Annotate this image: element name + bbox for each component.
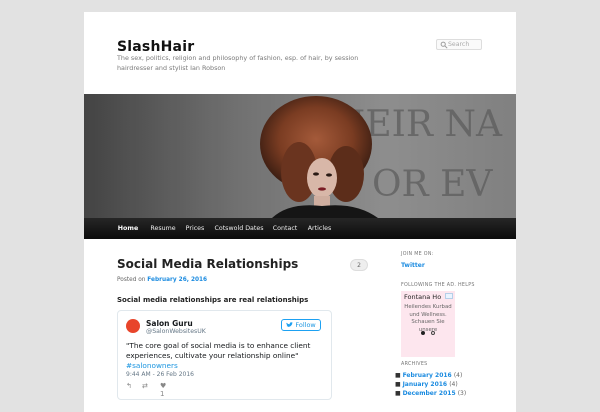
posted-on-label: Posted on bbox=[117, 277, 146, 283]
ad-title[interactable]: Fontana Ho bbox=[404, 293, 441, 301]
tweet-text: "The core goal of social media is to enh… bbox=[126, 341, 326, 371]
twitter-bird-icon bbox=[286, 322, 294, 327]
heart-icon: ♥ bbox=[160, 382, 167, 390]
archive-item[interactable]: ■ December 2015 (3) bbox=[395, 390, 466, 397]
like-count: 1 bbox=[160, 390, 165, 398]
nav-item-cotswold-dates[interactable]: Cotswold Dates bbox=[210, 218, 268, 239]
post-date-link[interactable]: February 26, 2016 bbox=[147, 277, 207, 283]
archive-link[interactable]: February 2016 bbox=[403, 372, 452, 379]
join-me-heading: JOIN ME ON: bbox=[401, 252, 434, 257]
archive-item[interactable]: ■ February 2016 (4) bbox=[395, 372, 462, 379]
archives-heading: ARCHIVES bbox=[401, 362, 428, 367]
archive-count: (4) bbox=[453, 372, 463, 379]
comment-count-badge[interactable]: 2 bbox=[350, 259, 368, 271]
ad-slide-dot-active[interactable] bbox=[421, 331, 425, 335]
reply-icon[interactable]: ↰ bbox=[126, 382, 132, 390]
nav-item-home[interactable]: Home bbox=[111, 218, 145, 239]
page: SlashHair The sex, politics, religion an… bbox=[84, 12, 516, 412]
ad-text-line-2: und Wellness. bbox=[409, 311, 447, 318]
ad-text-line-1: Heilendes Kurbad bbox=[404, 304, 452, 310]
header-image: HEIR NA OR EV bbox=[84, 94, 516, 218]
main-navigation: Home Resume Prices Cotswold Dates Contac… bbox=[84, 218, 516, 239]
search-input[interactable] bbox=[448, 40, 480, 49]
archive-count: (3) bbox=[457, 390, 467, 397]
ad-text-line-4: unsere bbox=[418, 326, 438, 333]
search-icon bbox=[440, 41, 448, 49]
archive-count: (4) bbox=[449, 381, 458, 388]
ad-slide-dot[interactable] bbox=[431, 331, 435, 335]
archive-bullet: ■ bbox=[395, 390, 403, 397]
header-background-text-2: OR EV bbox=[372, 164, 493, 205]
nav-item-contact[interactable]: Contact bbox=[269, 218, 301, 239]
ad-text-line-3: Schauen Sie bbox=[411, 319, 445, 325]
post-title[interactable]: Social Media Relationships bbox=[117, 257, 298, 271]
tweet-avatar[interactable] bbox=[126, 319, 140, 333]
ad-heading: FOLLOWING THE AD. HELPS bbox=[401, 283, 475, 288]
like-button[interactable]: ♥ 1 bbox=[160, 382, 166, 398]
retweet-icon[interactable]: ⇄ bbox=[142, 382, 148, 390]
archive-link[interactable]: December 2015 bbox=[403, 390, 456, 397]
tweet-hashtag[interactable]: #salonowners bbox=[126, 361, 178, 370]
search-box[interactable] bbox=[436, 39, 482, 50]
post-lead: Social media relationships are real rela… bbox=[117, 296, 309, 304]
archive-item[interactable]: ■ January 2016 (4) bbox=[395, 381, 458, 388]
ad-choices-icon[interactable] bbox=[445, 293, 453, 299]
embedded-tweet: Salon Guru @SalonWebsitesUK Follow "The … bbox=[117, 310, 332, 400]
follow-label: Follow bbox=[295, 321, 316, 329]
archive-link[interactable]: January 2016 bbox=[403, 381, 448, 388]
tweet-author-name[interactable]: Salon Guru bbox=[146, 319, 193, 328]
twitter-link[interactable]: Twitter bbox=[401, 262, 425, 269]
header-photo: HEIR NA OR EV bbox=[84, 94, 516, 218]
nav-item-articles[interactable]: Articles bbox=[302, 218, 337, 239]
site-description: The sex, politics, religion and philosop… bbox=[117, 54, 359, 72]
archive-bullet: ■ bbox=[395, 372, 403, 379]
nav-item-prices[interactable]: Prices bbox=[181, 218, 209, 239]
tweet-author-handle[interactable]: @SalonWebsitesUK bbox=[146, 328, 206, 335]
ad-text: Heilendes Kurbad und Wellness. Schauen S… bbox=[401, 304, 455, 334]
tweet-body: "The core goal of social media is to enh… bbox=[126, 341, 311, 360]
follow-button[interactable]: Follow bbox=[281, 319, 321, 331]
nav-item-resume[interactable]: Resume bbox=[146, 218, 180, 239]
post-meta: Posted on February 26, 2016 bbox=[117, 277, 207, 283]
archive-bullet: ■ bbox=[395, 381, 403, 388]
tweet-timestamp[interactable]: 9:44 AM - 26 Feb 2016 bbox=[126, 371, 194, 378]
advertisement[interactable]: Fontana Ho Heilendes Kurbad und Wellness… bbox=[401, 291, 455, 357]
